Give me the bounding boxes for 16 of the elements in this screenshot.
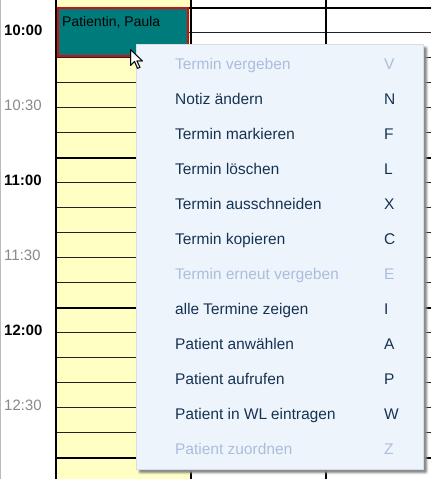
menu-item[interactable]: alle Termine zeigen I [137, 292, 423, 327]
menu-item[interactable]: Termin löschen L [137, 152, 423, 187]
cursor-icon [130, 49, 143, 69]
menu-item[interactable]: Patient aufrufen P [137, 362, 423, 397]
menu-item[interactable]: Termin kopieren C [137, 222, 423, 257]
time-label: 12:30 [4, 397, 42, 414]
menu-item[interactable]: Termin ausschneiden X [137, 187, 423, 222]
time-label: 11:00 [4, 172, 42, 189]
menu-item[interactable]: Termin markieren F [137, 117, 423, 152]
time-label: 10:30 [4, 97, 42, 114]
menu-item[interactable]: Notiz ändern N [137, 82, 423, 117]
time-label: 11:30 [4, 247, 40, 264]
time-label: 12:00 [4, 322, 42, 339]
menu-item[interactable]: Patient in WL eintragen W [137, 397, 423, 432]
time-label: 10:00 [4, 22, 42, 39]
menu-item[interactable]: Patient anwählen A [137, 327, 423, 362]
